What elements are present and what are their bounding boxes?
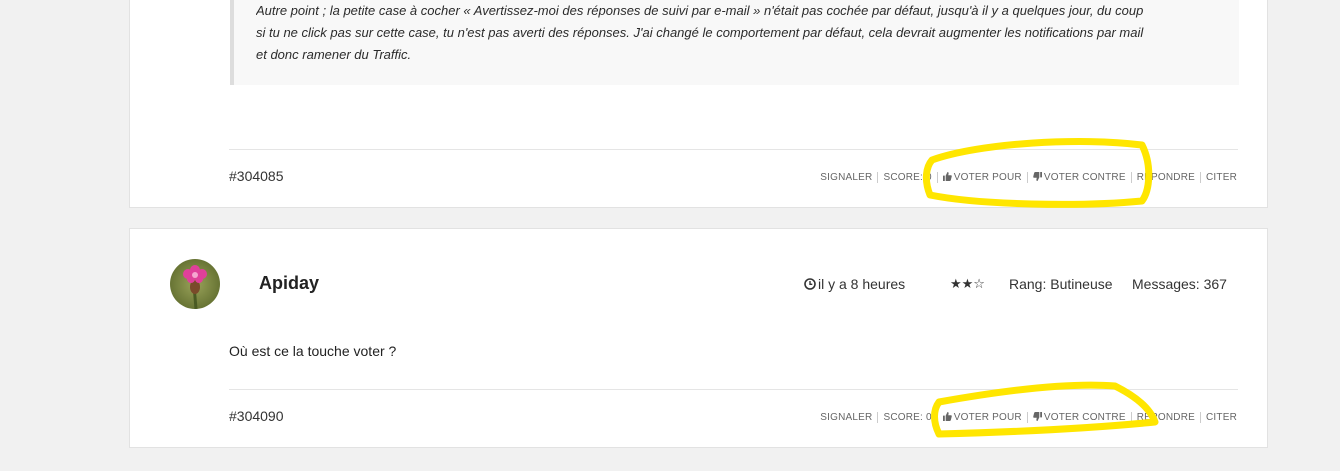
post-actions: SIGNALER SCORE: 0 VOTER POUR VOTER CONTRE RÉ… [815,172,1237,183]
vote-down-label: VOTER CONTRE [1043,412,1126,423]
post-time-text: il y a 8 heures [818,276,906,292]
report-link[interactable]: SIGNALER [815,172,879,183]
clock-icon [804,278,816,290]
post-card-304085: Autre point ; la petite case à cocher « … [129,0,1268,208]
post-body: Où est ce la touche voter ? [229,343,397,359]
avatar[interactable] [170,259,220,309]
reply-link[interactable]: RÉPONDRE [1132,412,1201,423]
post-id-link[interactable]: #304085 [229,168,284,184]
quote-line-2: si tu ne click pas sur cette case, tu n'… [256,25,1144,40]
quote-link[interactable]: CITER [1201,172,1237,183]
vote-up-label: VOTER POUR [953,412,1022,423]
thumbs-up-icon [942,412,952,421]
post-id-link[interactable]: #304090 [229,408,284,424]
vote-down-button[interactable]: VOTER CONTRE [1028,172,1132,183]
vote-down-label: VOTER CONTRE [1043,172,1126,183]
vote-up-button[interactable]: VOTER POUR [938,172,1028,183]
thumbs-up-icon [942,172,952,181]
vote-up-button[interactable]: VOTER POUR [938,412,1028,423]
reply-link[interactable]: RÉPONDRE [1132,172,1201,183]
user-messages: Messages: 367 [1132,276,1227,292]
score-label: SCORE: 0 [878,172,938,183]
username[interactable]: Apiday [259,273,319,294]
thumbs-down-icon [1033,172,1042,181]
post-time: il y a 8 heures [804,276,905,292]
thumbs-down-icon [1033,412,1042,421]
quote-link[interactable]: CITER [1201,412,1237,423]
post-actions: SIGNALER SCORE: 0 VOTER POUR VOTER CONTRE RÉ… [815,412,1237,423]
avatar-flower [170,259,220,309]
post-footer-divider [229,149,1238,150]
quote-line-3: et donc ramener du Traffic. [256,47,412,62]
post-footer-divider [229,389,1238,390]
user-rank: Rang: Butineuse [1009,276,1113,292]
rank-stars: ★★☆ [950,276,985,291]
post-card-304090: Apiday il y a 8 heures ★★☆ Rang: Butineu… [129,228,1268,448]
vote-down-button[interactable]: VOTER CONTRE [1028,412,1132,423]
quote-block: Autre point ; la petite case à cocher « … [230,0,1239,85]
report-link[interactable]: SIGNALER [815,412,879,423]
vote-up-label: VOTER POUR [953,172,1022,183]
quote-line-1: Autre point ; la petite case à cocher « … [256,3,1144,18]
score-label: SCORE: 0 [878,412,938,423]
